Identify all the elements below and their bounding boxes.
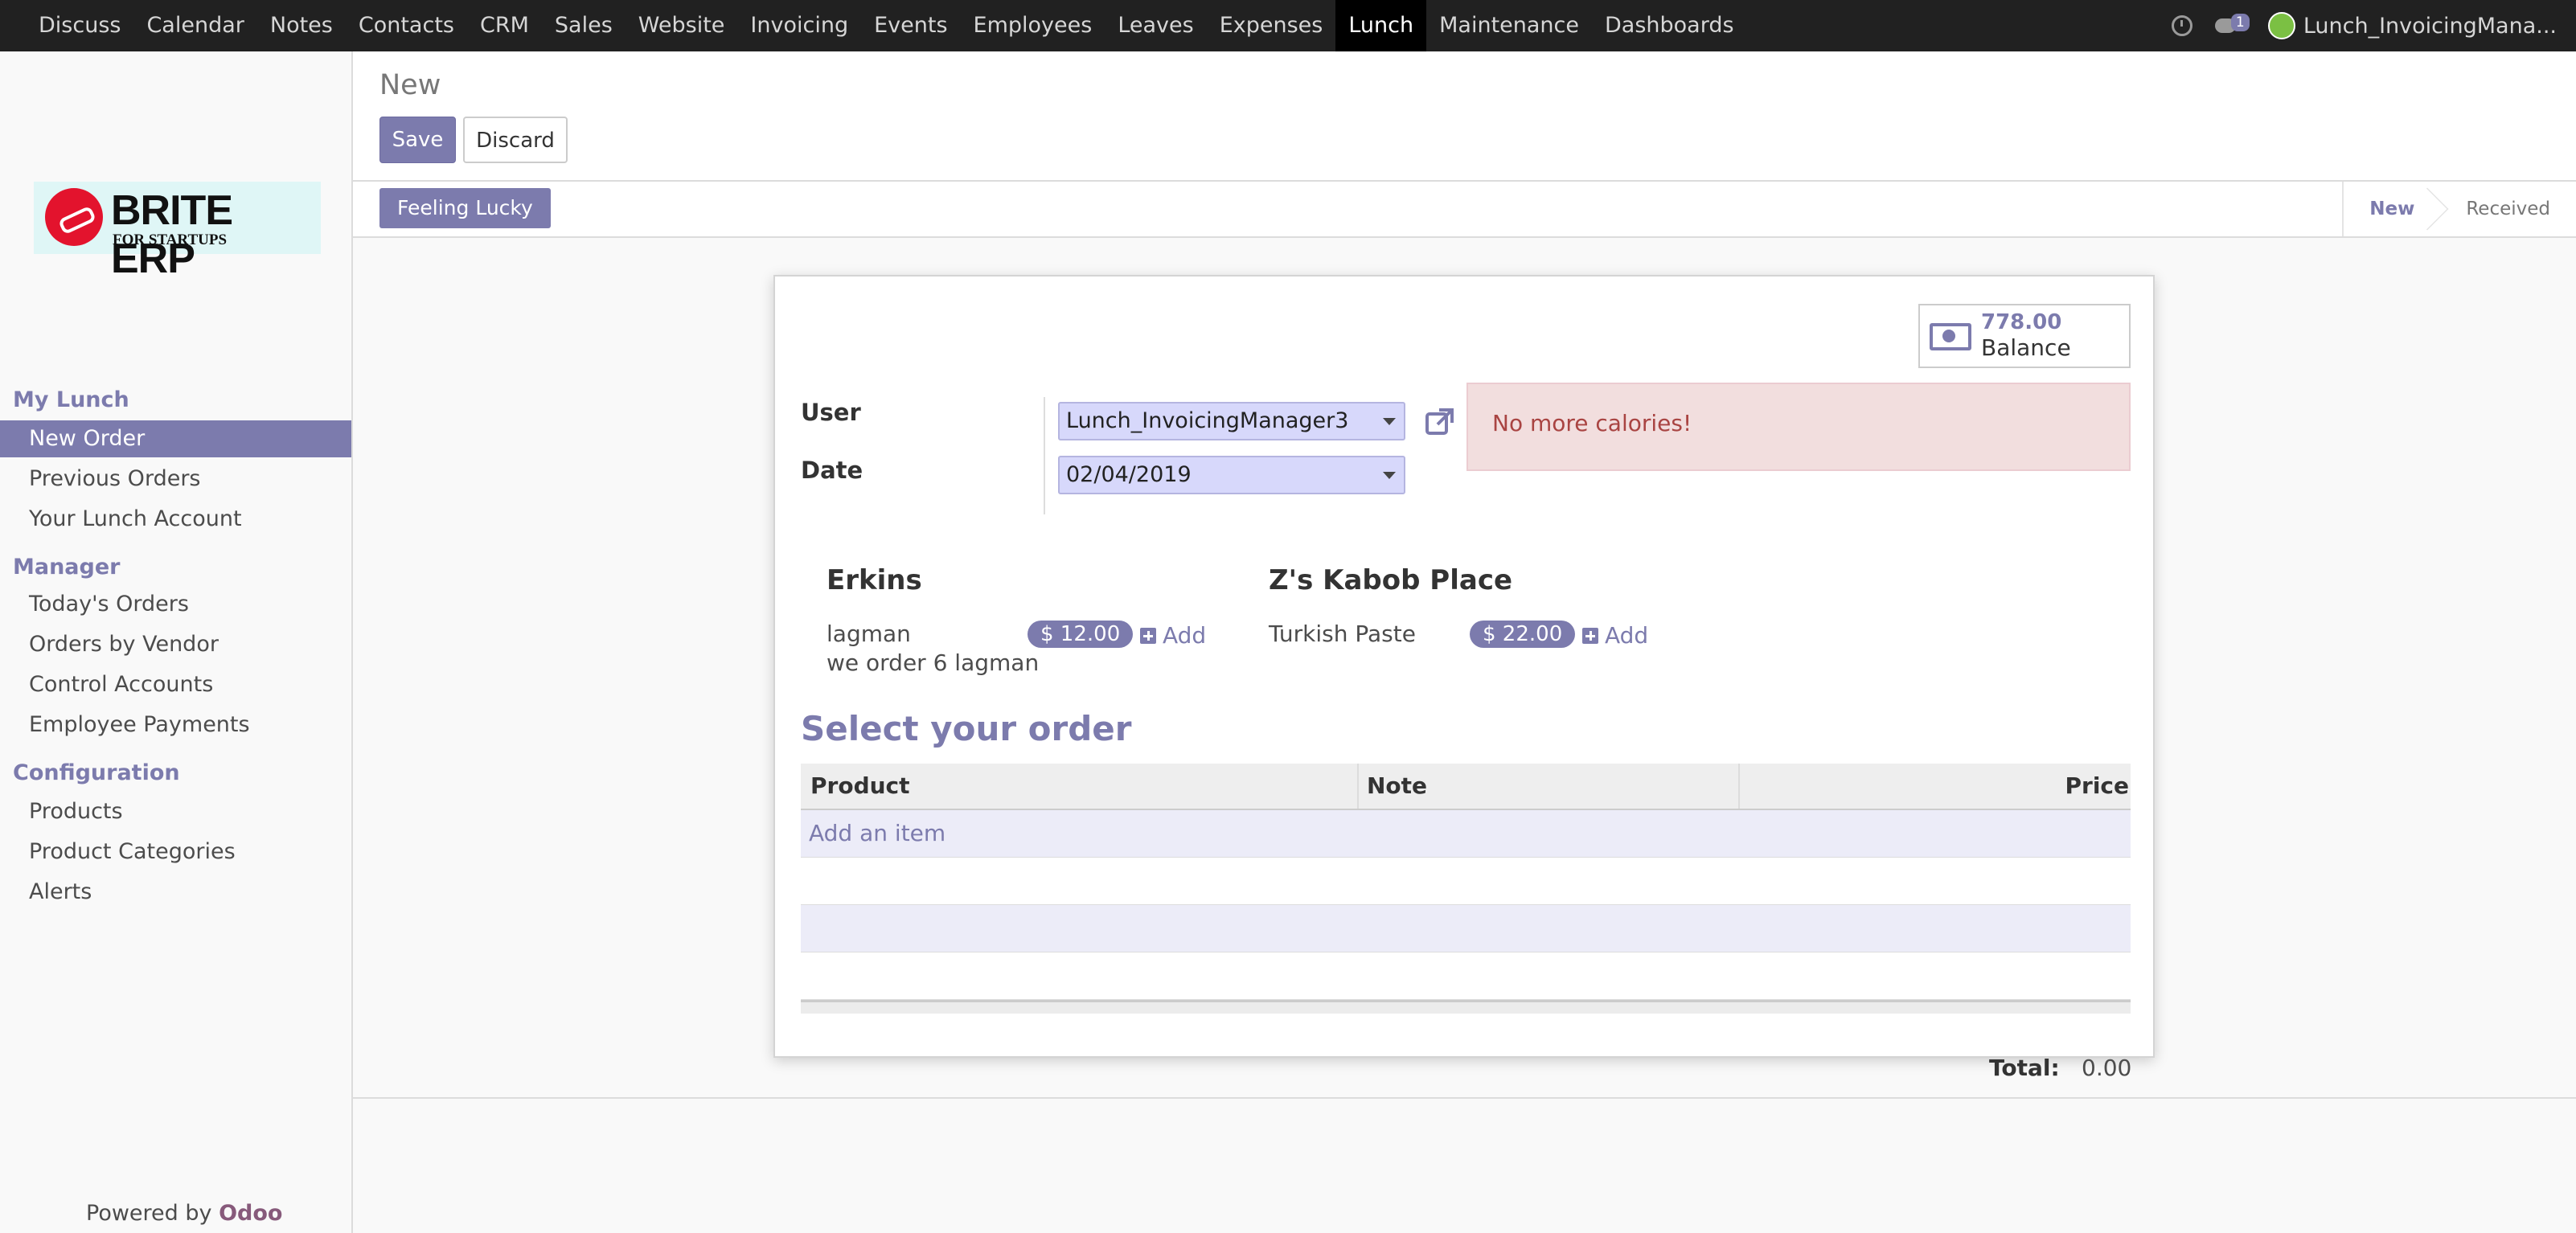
order-lines-table: Product Note Price Add an item [801,764,2131,1014]
menu-website[interactable]: Website [626,0,738,51]
section-title: Select your order [801,709,1132,748]
menu-maintenance[interactable]: Maintenance [1426,0,1592,51]
total-label: Total: [1989,1055,2060,1081]
add-label: Add [1163,622,1207,649]
logo-tagline: FOR STARTUPS [113,231,228,248]
menu-calendar[interactable]: Calendar [133,0,256,51]
add-product-button[interactable]: Add [1582,622,1648,649]
status-bar: Feeling Lucky New Received [353,182,2576,238]
column-header-product[interactable]: Product [810,764,910,809]
menu-dashboards[interactable]: Dashboards [1592,0,1747,51]
add-product-button[interactable]: Add [1140,622,1206,649]
total-value: 0.00 [2082,1055,2132,1081]
field-divider [1044,397,1045,514]
logo-mark-icon [45,188,103,246]
column-divider [1738,764,1740,809]
price-badge: $ 12.00 [1028,621,1134,648]
sidebar-item-product-categories[interactable]: Product Categories [0,834,351,870]
menu-expenses[interactable]: Expenses [1207,0,1336,51]
sidebar-item-previous-orders[interactable]: Previous Orders [0,461,351,498]
message-count-badge: 1 [2230,14,2250,31]
feeling-lucky-button[interactable]: Feeling Lucky [379,188,551,228]
powered-prefix: Powered by [86,1201,212,1226]
chevron-down-icon [1383,472,1396,479]
date-value: 02/04/2019 [1066,462,1192,487]
app-menu: Discuss Calendar Notes Contacts CRM Sale… [26,0,1747,51]
powered-by: Powered by Odoo [86,1201,282,1226]
menu-lunch[interactable]: Lunch [1335,0,1427,51]
sidebar-section-configuration: Configuration [13,760,180,785]
sidebar-item-orders-by-vendor[interactable]: Orders by Vendor [0,626,351,663]
table-row [801,858,2131,905]
sidebar-item-lunch-account[interactable]: Your Lunch Account [0,501,351,538]
add-label: Add [1605,622,1649,649]
stage-new[interactable]: New [2344,182,2440,236]
sidebar-item-new-order[interactable]: New Order [0,420,351,457]
table-row [801,905,2131,952]
user-select-value: Lunch_InvoicingManager3 [1066,408,1349,433]
product-name: lagman [827,621,911,647]
menu-sales[interactable]: Sales [542,0,626,51]
plus-icon [1582,627,1598,644]
product-note: we order 6 lagman [827,649,1040,676]
menu-leaves[interactable]: Leaves [1105,0,1206,51]
menu-contacts[interactable]: Contacts [346,0,467,51]
stage-received[interactable]: Received [2440,182,2576,236]
date-picker[interactable]: 02/04/2019 [1058,456,1405,494]
form-sheet: 778.00 Balance User Date Lunch_Invoicing… [773,275,2155,1058]
external-link-icon[interactable] [1425,407,1455,437]
menu-discuss[interactable]: Discuss [26,0,133,51]
chevron-down-icon [1383,418,1396,425]
discard-button[interactable]: Discard [463,117,568,163]
menu-invoicing[interactable]: Invoicing [737,0,861,51]
table-row [801,952,2131,1000]
product-name: Turkish Paste [1269,621,1416,647]
sidebar-item-alerts[interactable]: Alerts [0,874,351,911]
systray: 1 Lunch_InvoicingMana... [2171,0,2557,51]
user-name: Lunch_InvoicingMana... [2303,13,2557,39]
menu-notes[interactable]: Notes [257,0,346,51]
activity-clock-icon[interactable] [2171,15,2192,36]
odoo-link[interactable]: Odoo [219,1201,282,1226]
sidebar-item-todays-orders[interactable]: Today's Orders [0,586,351,623]
sidebar-item-control-accounts[interactable]: Control Accounts [0,666,351,703]
alert-message: No more calories! [1466,383,2131,471]
date-label: Date [801,457,863,484]
control-panel: New Save Discard [353,51,2576,182]
balance-label: Balance [1981,334,2071,361]
stage-pipeline: New Received [2342,182,2576,236]
vendor-name: Erkins [827,564,922,596]
balance-value: 778.00 [1981,310,2062,334]
avatar [2267,12,2295,39]
column-header-note[interactable]: Note [1367,764,1427,809]
user-menu[interactable]: Lunch_InvoicingMana... [2267,12,2557,39]
sidebar-section-manager: Manager [13,555,121,580]
company-logo: BRITE ERP FOR STARTUPS [34,182,321,282]
vendor-name: Z's Kabob Place [1269,564,1513,596]
user-select[interactable]: Lunch_InvoicingManager3 [1058,402,1405,440]
money-icon [1930,323,1971,350]
save-button[interactable]: Save [379,117,456,163]
breadcrumb: New [379,69,441,101]
user-label: User [801,399,861,426]
sidebar-section-my-lunch: My Lunch [13,387,129,412]
top-navbar: Discuss Calendar Notes Contacts CRM Sale… [0,0,2576,51]
column-header-price[interactable]: Price [2065,764,2129,809]
messaging-button[interactable]: 1 [2214,14,2250,36]
add-item-link[interactable]: Add an item [809,810,945,857]
balance-stat-button[interactable]: 778.00 Balance [1918,304,2131,368]
content-divider [353,1097,2576,1099]
sidebar: BRITE ERP FOR STARTUPS My Lunch New Orde… [0,51,353,1233]
column-divider [1357,764,1359,809]
menu-employees[interactable]: Employees [961,0,1105,51]
table-row: Add an item [801,810,2131,858]
menu-events[interactable]: Events [861,0,960,51]
price-badge: $ 22.00 [1470,621,1576,648]
table-header: Product Note Price [801,764,2131,810]
plus-icon [1140,627,1156,644]
sidebar-item-products[interactable]: Products [0,793,351,830]
menu-crm[interactable]: CRM [467,0,542,51]
sidebar-item-employee-payments[interactable]: Employee Payments [0,707,351,743]
table-footer [801,1000,2131,1014]
